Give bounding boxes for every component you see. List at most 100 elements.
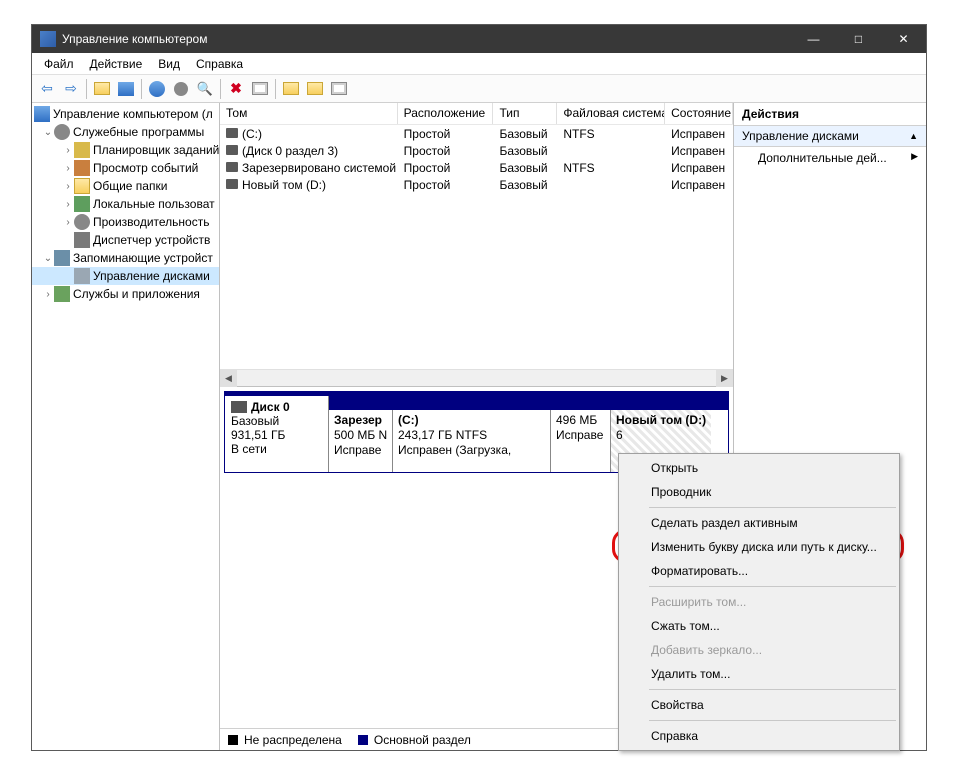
menubar: Файл Действие Вид Справка [32, 53, 926, 75]
menu-file[interactable]: Файл [36, 55, 82, 73]
col-status[interactable]: Состояние [665, 103, 733, 124]
tool-button-2[interactable] [304, 78, 326, 100]
tree-item-devmgr[interactable]: Диспетчер устройств [32, 231, 219, 249]
expander-icon[interactable]: ⌄ [42, 253, 54, 264]
context-menu-item[interactable]: Сделать раздел активным [621, 511, 897, 535]
close-button[interactable]: ✕ [881, 25, 926, 53]
list-icon [331, 82, 347, 95]
x-icon: ✖ [230, 80, 242, 97]
partition[interactable]: (C:)243,17 ГБ NTFSИсправен (Загрузка, [393, 410, 551, 472]
tool-button-1[interactable] [280, 78, 302, 100]
tree-group-system-tools[interactable]: ⌄ Служебные программы [32, 123, 219, 141]
maximize-button[interactable]: □ [836, 25, 881, 53]
tools-icon [54, 124, 70, 140]
actions-header: Действия [734, 103, 926, 126]
volume-icon [226, 145, 238, 155]
context-menu-item: Добавить зеркало... [621, 638, 897, 662]
back-button[interactable]: ⇦ [36, 78, 58, 100]
scroll-right-button[interactable]: ▶ [716, 370, 733, 387]
tree-item-scheduler[interactable]: ›Планировщик заданий [32, 141, 219, 159]
help-icon [149, 81, 165, 97]
horizontal-scrollbar[interactable]: ◀ ▶ [220, 369, 733, 386]
navigation-tree[interactable]: Управление компьютером (л ⌄ Служебные пр… [32, 103, 220, 750]
context-menu-item[interactable]: Сжать том... [621, 614, 897, 638]
titlebar[interactable]: Управление компьютером — □ ✕ [32, 25, 926, 53]
disk-info[interactable]: Диск 0 Базовый 931,51 ГБ В сети [225, 396, 329, 472]
menu-view[interactable]: Вид [150, 55, 188, 73]
gear-icon [174, 82, 188, 96]
tree-item-shares[interactable]: ›Общие папки [32, 177, 219, 195]
show-hide-button[interactable] [115, 78, 137, 100]
volume-row[interactable]: Новый том (D:)ПростойБазовыйИсправен [220, 176, 733, 193]
legend-unallocated-label: Не распределена [244, 733, 342, 747]
perf-icon [74, 214, 90, 230]
disk-icon [74, 268, 90, 284]
menu-action[interactable]: Действие [82, 55, 151, 73]
context-menu-item[interactable]: Открыть [621, 456, 897, 480]
eventlog-icon [74, 160, 90, 176]
volume-row[interactable]: (Диск 0 раздел 3)ПростойБазовыйИсправен [220, 142, 733, 159]
tool-button-3[interactable] [328, 78, 350, 100]
volume-list[interactable]: Том Расположение Тип Файловая система Со… [220, 103, 733, 387]
context-menu-item: Расширить том... [621, 590, 897, 614]
context-menu-item[interactable]: Свойства [621, 693, 897, 717]
shared-folder-icon [74, 178, 90, 194]
volume-row[interactable]: Зарезервировано системойПростойБазовыйNT… [220, 159, 733, 176]
col-fs[interactable]: Файловая система [557, 103, 665, 124]
chevron-right-icon: ▶ [911, 151, 918, 162]
tree-group-storage[interactable]: ⌄ Запоминающие устройст [32, 249, 219, 267]
menu-help[interactable]: Справка [188, 55, 251, 73]
tree-item-perf[interactable]: ›Производительность [32, 213, 219, 231]
arrow-left-icon: ⇦ [41, 80, 53, 97]
expander-icon[interactable]: › [42, 289, 54, 300]
delete-button[interactable]: ✖ [225, 78, 247, 100]
folder-icon [283, 82, 299, 95]
col-layout[interactable]: Расположение [398, 103, 494, 124]
device-icon [74, 232, 90, 248]
context-menu[interactable]: ОткрытьПроводник Сделать раздел активнымИ… [618, 453, 900, 751]
tree-root[interactable]: Управление компьютером (л [32, 105, 219, 123]
folder-up-icon [94, 82, 110, 95]
arrow-right-icon: ⇨ [65, 80, 77, 97]
col-type[interactable]: Тип [493, 103, 557, 124]
context-menu-item[interactable]: Справка [621, 724, 897, 748]
settings-button[interactable] [170, 78, 192, 100]
toolbar: ⇦ ⇨ 🔍 ✖ [32, 75, 926, 103]
volume-row[interactable]: (C:)ПростойБазовыйNTFSИсправен [220, 125, 733, 142]
properties-button[interactable] [249, 78, 271, 100]
app-icon [40, 31, 56, 47]
scroll-left-button[interactable]: ◀ [220, 370, 237, 387]
legend-unallocated-icon [228, 735, 238, 745]
legend-primary-icon [358, 735, 368, 745]
properties-icon [252, 82, 268, 95]
tree-item-users[interactable]: ›Локальные пользоват [32, 195, 219, 213]
refresh-button[interactable]: 🔍 [194, 78, 216, 100]
tree-item-events[interactable]: ›Просмотр событий [32, 159, 219, 177]
volume-icon [226, 128, 238, 138]
context-menu-item[interactable]: Проводник [621, 480, 897, 504]
help-button[interactable] [146, 78, 168, 100]
volume-list-header[interactable]: Том Расположение Тип Файловая система Со… [220, 103, 733, 125]
actions-section[interactable]: Управление дисками ▲ [734, 126, 926, 147]
context-menu-item[interactable]: Удалить том... [621, 662, 897, 686]
tree-item-disk-management[interactable]: Управление дисками [32, 267, 219, 285]
minimize-button[interactable]: — [791, 25, 836, 53]
folder-icon [307, 82, 323, 95]
partition[interactable]: 496 МБИсправе [551, 410, 611, 472]
expander-icon[interactable]: ⌄ [42, 127, 54, 138]
computer-icon [34, 106, 50, 122]
window-title: Управление компьютером [62, 32, 791, 46]
storage-icon [54, 250, 70, 266]
up-button[interactable] [91, 78, 113, 100]
col-volume[interactable]: Том [220, 103, 398, 124]
collapse-icon[interactable]: ▲ [909, 131, 918, 141]
context-menu-item[interactable]: Форматировать... [621, 559, 897, 583]
disk-icon [231, 401, 247, 413]
forward-button[interactable]: ⇨ [60, 78, 82, 100]
tree-group-services[interactable]: › Службы и приложения [32, 285, 219, 303]
users-icon [74, 196, 90, 212]
partition[interactable]: Зарезер500 МБ NИсправе [329, 410, 393, 472]
volume-icon [226, 162, 238, 172]
context-menu-item[interactable]: Изменить букву диска или путь к диску... [621, 535, 897, 559]
actions-more[interactable]: Дополнительные дей... ▶ [734, 147, 926, 169]
